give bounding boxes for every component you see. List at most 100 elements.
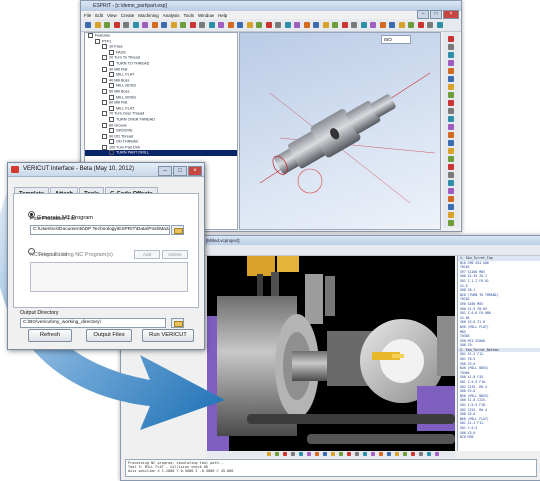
view-tool-icon[interactable] <box>448 36 454 42</box>
dialog-close-button[interactable]: × <box>188 166 202 176</box>
view-tool-icon[interactable] <box>448 212 454 218</box>
playback-control-icon[interactable] <box>275 452 279 456</box>
toolbar-tool-icon[interactable] <box>161 22 167 28</box>
view-dropdown[interactable]: ISO <box>381 35 411 44</box>
playback-control-icon[interactable] <box>315 452 319 456</box>
playback-control-icon[interactable] <box>363 452 367 456</box>
output-files-button[interactable]: Output Files <box>86 329 132 342</box>
output-directory-browse-button[interactable] <box>171 318 184 328</box>
view-tool-icon[interactable] <box>448 220 454 226</box>
playback-control-icon[interactable] <box>291 452 295 456</box>
toolbar-tool-icon[interactable] <box>398 22 405 28</box>
menu-item-create[interactable]: Create <box>121 13 135 18</box>
nc-program-list[interactable] <box>30 262 188 292</box>
view-tool-icon[interactable] <box>448 196 454 202</box>
menu-item-file[interactable]: File <box>84 13 91 18</box>
playback-control-icon[interactable] <box>435 452 439 456</box>
menu-item-machining[interactable]: Machining <box>138 13 159 18</box>
playback-control-icon[interactable] <box>371 452 375 456</box>
view-tool-icon[interactable] <box>448 140 454 146</box>
playback-control-icon[interactable] <box>411 452 415 456</box>
view-tool-icon[interactable] <box>448 116 454 122</box>
playback-control-icon[interactable] <box>339 452 343 456</box>
playback-control-icon[interactable] <box>323 452 327 456</box>
add-button[interactable]: Add <box>134 250 160 259</box>
nc-code-pane[interactable]: 1. Sim_Turret_Top N10 G90 G54 G00 T0101 G97… <box>457 256 540 451</box>
toolbar-tool-icon[interactable] <box>94 22 101 28</box>
post-processor-browse-button[interactable] <box>171 225 184 235</box>
view-tool-icon[interactable] <box>448 68 454 74</box>
toolbar-tool-icon[interactable] <box>123 22 129 28</box>
toolbar-tool-icon[interactable] <box>370 22 376 28</box>
view-tool-icon[interactable] <box>448 164 454 170</box>
playback-control-icon[interactable] <box>283 452 287 456</box>
playback-control-icon[interactable] <box>379 452 383 456</box>
view-tool-icon[interactable] <box>448 204 454 210</box>
part-3d-viewport[interactable] <box>239 32 441 230</box>
toolbar-tool-icon[interactable] <box>303 22 310 28</box>
menu-item-help[interactable]: Help <box>218 13 227 18</box>
toolbar-tool-icon[interactable] <box>113 22 120 28</box>
toolbar-tool-icon[interactable] <box>85 22 91 28</box>
view-tool-icon[interactable] <box>448 76 454 82</box>
view-tool-icon[interactable] <box>448 108 454 114</box>
menu-item-window[interactable]: Window <box>198 13 214 18</box>
playback-control-icon[interactable] <box>355 452 359 456</box>
toolbar-tool-icon[interactable] <box>265 22 272 28</box>
playback-control-icon[interactable] <box>419 452 423 456</box>
toolbar-tool-icon[interactable] <box>360 22 367 28</box>
toolbar-tool-icon[interactable] <box>180 22 186 28</box>
menu-item-analysis[interactable]: Analysis <box>163 13 180 18</box>
toolbar-tool-icon[interactable] <box>218 22 224 28</box>
toolbar-tool-icon[interactable] <box>189 22 196 28</box>
run-vericut-button[interactable]: Run VERICUT <box>142 329 194 342</box>
dialog-maximize-button[interactable]: □ <box>173 166 187 176</box>
playback-control-icon[interactable] <box>427 452 431 456</box>
toolbar-tool-icon[interactable] <box>417 22 424 28</box>
toolbar-tool-icon[interactable] <box>227 22 234 28</box>
machine-simulation-view[interactable] <box>207 256 455 451</box>
playback-control-icon[interactable] <box>387 452 391 456</box>
view-tool-icon[interactable] <box>448 188 454 194</box>
toolbar-tool-icon[interactable] <box>199 22 205 28</box>
toolbar-tool-icon[interactable] <box>151 22 158 28</box>
toolbar-tool-icon[interactable] <box>104 22 110 28</box>
view-tool-icon[interactable] <box>448 124 454 130</box>
toolbar-tool-icon[interactable] <box>427 22 433 28</box>
toolbar-tool-icon[interactable] <box>332 22 338 28</box>
toolbar-tool-icon[interactable] <box>313 22 319 28</box>
view-tool-icon[interactable] <box>448 172 454 178</box>
view-tool-icon[interactable] <box>448 52 454 58</box>
toolbar-tool-icon[interactable] <box>322 22 329 28</box>
toolbar-tool-icon[interactable] <box>132 22 139 28</box>
view-tool-icon[interactable] <box>448 156 454 162</box>
toolbar-tool-icon[interactable] <box>294 22 300 28</box>
playback-control-icon[interactable] <box>347 452 351 456</box>
menu-item-edit[interactable]: Edit <box>95 13 103 18</box>
playback-control-icon[interactable] <box>307 452 311 456</box>
toolbar-tool-icon[interactable] <box>379 22 386 28</box>
view-tool-icon[interactable] <box>448 100 454 106</box>
view-tool-icon[interactable] <box>448 180 454 186</box>
toolbar-tool-icon[interactable] <box>256 22 262 28</box>
toolbar-tool-icon[interactable] <box>351 22 357 28</box>
toolbar-tool-icon[interactable] <box>436 22 443 28</box>
toolbar-tool-icon[interactable] <box>237 22 243 28</box>
dialog-minimize-button[interactable]: – <box>158 166 172 176</box>
menu-item-view[interactable]: View <box>107 13 117 18</box>
menu-item-tools[interactable]: Tools <box>184 13 195 18</box>
playback-control-icon[interactable] <box>395 452 399 456</box>
view-tool-icon[interactable] <box>448 60 454 66</box>
playback-control-icon[interactable] <box>267 452 271 456</box>
toolbar-tool-icon[interactable] <box>275 22 281 28</box>
toolbar-tool-icon[interactable] <box>170 22 177 28</box>
view-tool-icon[interactable] <box>448 132 454 138</box>
playback-control-icon[interactable] <box>403 452 407 456</box>
delete-button[interactable]: Delete <box>162 250 188 259</box>
view-tool-icon[interactable] <box>448 84 454 90</box>
refresh-button[interactable]: Refresh <box>28 329 72 342</box>
toolbar-tool-icon[interactable] <box>408 22 414 28</box>
toolbar-tool-icon[interactable] <box>208 22 215 28</box>
toolbar-tool-icon[interactable] <box>142 22 148 28</box>
toolbar-tool-icon[interactable] <box>389 22 395 28</box>
